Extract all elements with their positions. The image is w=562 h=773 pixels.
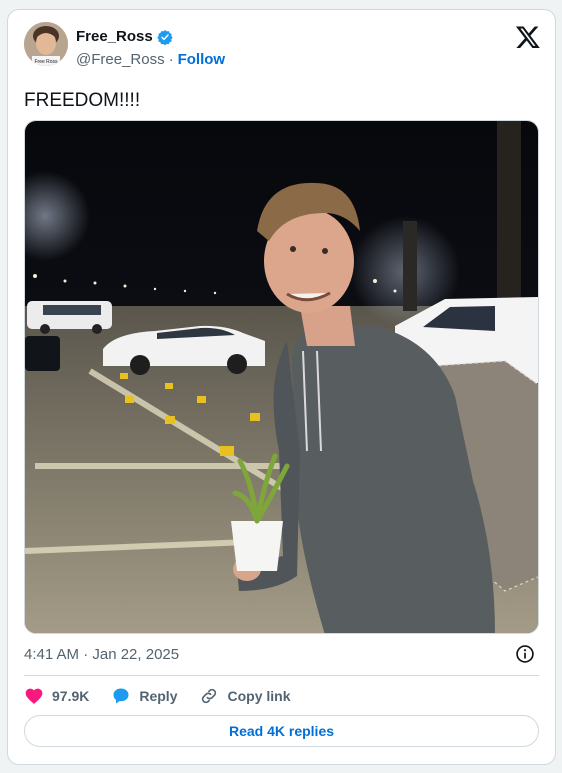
tweet-card: Free Ross Free_Ross @Free_Ross · Follow … [7, 9, 556, 765]
author-handle[interactable]: @Free_Ross [76, 51, 165, 68]
divider [24, 675, 539, 676]
tweet-timestamp[interactable]: 4:41 AM · Jan 22, 2025 [24, 646, 179, 663]
link-icon [202, 688, 217, 704]
reply-label: Reply [139, 688, 178, 704]
x-logo-icon[interactable] [515, 24, 541, 50]
follow-button[interactable]: Follow [178, 51, 226, 68]
avatar-image: Free Ross [24, 22, 68, 66]
author-name[interactable]: Free_Ross [76, 28, 153, 45]
like-button[interactable]: 97.9K [24, 686, 89, 706]
handle-separator: · [168, 51, 174, 68]
copy-link-button[interactable]: Copy link [199, 686, 291, 706]
photo-image [25, 121, 538, 633]
avatar[interactable]: Free Ross [24, 22, 68, 66]
heart-icon [25, 688, 43, 704]
tweet-photo[interactable] [24, 120, 539, 634]
tweet-text: FREEDOM!!!! [24, 90, 141, 111]
read-replies-button[interactable]: Read 4K replies [24, 715, 539, 747]
copy-link-label: Copy link [227, 688, 291, 704]
reply-button[interactable]: Reply [111, 686, 177, 706]
avatar-caption: Free Ross [34, 59, 58, 65]
reply-bubble-icon [113, 688, 129, 704]
like-count: 97.9K [52, 688, 90, 704]
tweet-actions: 97.9K Reply Copy link [24, 685, 313, 707]
info-icon[interactable] [515, 644, 535, 664]
verified-badge-icon [157, 29, 173, 45]
